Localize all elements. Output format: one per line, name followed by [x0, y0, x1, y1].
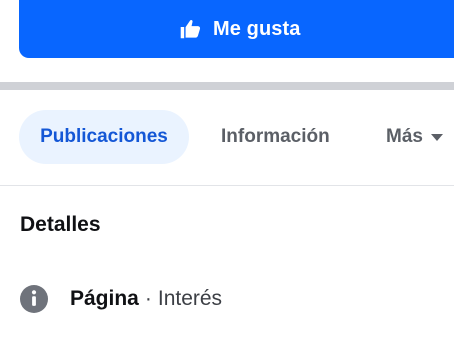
detail-row-page-category: Página · Interés — [19, 282, 222, 316]
tab-informacion[interactable]: Información — [221, 110, 330, 164]
tab-publicaciones-label: Publicaciones — [40, 126, 168, 147]
tab-informacion-label: Información — [221, 126, 330, 147]
tab-mas-label: Más — [386, 126, 423, 147]
like-button-label: Me gusta — [213, 17, 301, 40]
section-divider — [0, 82, 454, 90]
tab-mas[interactable]: Más — [386, 110, 443, 164]
page-root: Me gusta Publicaciones Información Más D… — [0, 0, 454, 341]
like-button[interactable]: Me gusta — [19, 0, 454, 58]
detail-value: Interés — [157, 287, 223, 310]
info-icon — [20, 285, 48, 313]
chevron-down-icon — [430, 133, 443, 141]
detail-separator: · — [144, 287, 152, 310]
details-title: Detalles — [20, 213, 101, 236]
thumbs-up-icon — [180, 19, 201, 39]
tab-publicaciones[interactable]: Publicaciones — [19, 110, 189, 164]
detail-label: Página — [70, 287, 139, 310]
profile-tabs: Publicaciones Información Más — [0, 90, 454, 186]
